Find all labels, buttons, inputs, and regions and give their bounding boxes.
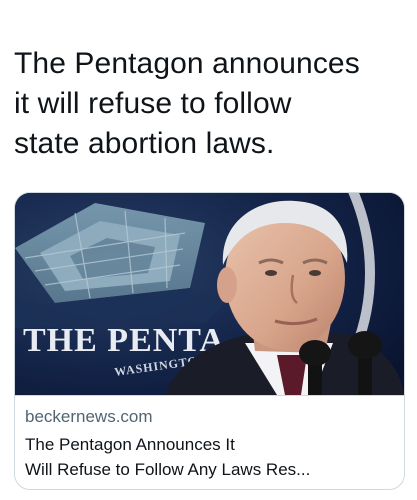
- link-title: The Pentagon Announces It Will Refuse to…: [25, 432, 397, 482]
- pentagon-press-photo: THE PENTA WASHINGTON: [15, 193, 404, 395]
- link-title-line: The Pentagon Announces It: [25, 435, 235, 454]
- link-title-line: Will Refuse to Follow Any Laws Res...: [25, 460, 311, 479]
- link-preview-footer[interactable]: beckernews.com The Pentagon Announces It…: [15, 395, 404, 489]
- tweet-text: The Pentagon announces it will refuse to…: [14, 47, 360, 160]
- link-domain: beckernews.com: [25, 407, 153, 426]
- link-preview-card[interactable]: THE PENTA WASHINGTON beckernews.com The …: [14, 192, 405, 490]
- link-preview-image[interactable]: THE PENTA WASHINGTON: [15, 193, 404, 395]
